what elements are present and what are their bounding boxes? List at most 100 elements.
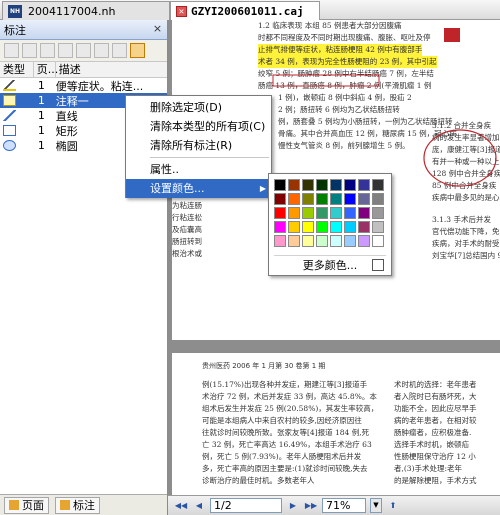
delete-icon[interactable] [76, 43, 91, 58]
lock-icon[interactable] [4, 43, 19, 58]
doc-line: 慢性支气管炎 8 例，前列腺增生 5 例。 [278, 141, 410, 150]
rectangle-annotation[interactable] [272, 74, 382, 88]
color-swatch[interactable] [302, 193, 314, 205]
color-swatch[interactable] [330, 207, 342, 219]
menu-separator [150, 157, 269, 158]
page-icon [9, 500, 19, 510]
color-swatch[interactable] [302, 179, 314, 191]
color-swatch[interactable] [372, 193, 384, 205]
color-swatch[interactable] [330, 235, 342, 247]
doc-line: 刘宝华[7]总结国内 9 [432, 251, 500, 260]
color-swatch[interactable] [372, 207, 384, 219]
menu-clear-all[interactable]: 清除所有标注(R) [126, 136, 271, 155]
annotation-row[interactable]: 1 便等症状。粘连... [0, 78, 167, 93]
doc-line: 功能不全，因此应尽早手 [394, 404, 477, 413]
doc-line: 性肠梗阻保守治疗 12 小 [394, 452, 476, 461]
chevron-down-icon[interactable]: ▼ [370, 498, 382, 513]
color-swatch[interactable] [358, 235, 370, 247]
ellipse-annotation[interactable] [422, 128, 500, 192]
doc-line: 1.2 临床表现 本组 85 例患者大部分因腹痛 [258, 21, 402, 30]
tab-label: GZYI200601011.caj [191, 4, 304, 18]
export-icon[interactable] [58, 43, 73, 58]
color-swatch[interactable] [302, 235, 314, 247]
color-swatch[interactable] [358, 193, 370, 205]
color-swatch[interactable] [372, 221, 384, 233]
color-swatch[interactable] [288, 221, 300, 233]
doc-line: 疾病，对手术的耐受 [432, 239, 500, 248]
color-swatch[interactable] [344, 235, 356, 247]
color-swatch[interactable] [316, 207, 328, 219]
color-swatch[interactable] [330, 221, 342, 233]
note-marker-icon[interactable] [444, 28, 460, 42]
color-swatch[interactable] [372, 235, 384, 247]
color-swatch[interactable] [316, 221, 328, 233]
column-page[interactable]: 页... [34, 62, 58, 77]
column-type[interactable]: 类型 [0, 62, 34, 77]
color-swatch[interactable] [288, 207, 300, 219]
color-icon[interactable] [94, 43, 109, 58]
color-swatch[interactable] [344, 221, 356, 233]
column-description[interactable]: 描述 [56, 62, 167, 77]
color-swatch[interactable] [316, 235, 328, 247]
properties-icon[interactable] [130, 43, 145, 58]
tab-2004117004[interactable]: NH 2004117004.nh [2, 1, 170, 20]
color-swatch[interactable] [344, 179, 356, 191]
zoom-icon[interactable]: ⬆ [386, 500, 400, 512]
color-swatch[interactable] [358, 207, 370, 219]
list-icon[interactable] [112, 43, 127, 58]
color-swatch[interactable] [358, 221, 370, 233]
menu-set-color[interactable]: 设置颜色... ▶ [126, 179, 271, 198]
tab-gzyi200601011[interactable]: ✕ GZYI200601011.caj [170, 1, 320, 20]
more-colors-item[interactable]: 更多颜色... [274, 255, 386, 272]
next-page-icon[interactable]: ▶ [286, 500, 300, 512]
line-icon [3, 110, 16, 121]
color-swatch[interactable] [274, 179, 286, 191]
color-swatch[interactable] [330, 179, 342, 191]
doc-line: 时都不同程度及不同时期出现腹痛、腹胀、呕吐及停 [258, 33, 431, 42]
doc-line: 者入院时已有肠坏死，大 [394, 392, 477, 401]
color-swatch[interactable] [358, 179, 370, 191]
color-swatch[interactable] [274, 207, 286, 219]
annotation-list-header: 类型 页... 描述 [0, 62, 167, 78]
document-tab-bar: NH 2004117004.nh ✕ GZYI200601011.caj [0, 0, 500, 20]
color-swatch[interactable] [274, 193, 286, 205]
color-swatch[interactable] [330, 193, 342, 205]
last-page-icon[interactable]: ▶▶ [304, 500, 318, 512]
panel-title: 标注 [4, 23, 26, 37]
menu-properties[interactable]: 属性.. [126, 160, 271, 179]
color-swatch[interactable] [372, 179, 384, 191]
tab-annotations[interactable]: 标注 [55, 496, 100, 514]
first-page-icon[interactable]: ◀◀ [174, 500, 188, 512]
menu-clear-type[interactable]: 清除本类型的所有项(C) [126, 117, 271, 136]
highlighter-icon [3, 80, 16, 91]
zoom-field[interactable]: 71% [322, 498, 366, 513]
doc-line: 3.1.3 手术后并发 [432, 215, 491, 224]
annotation-icon [60, 500, 70, 510]
color-swatch[interactable] [288, 235, 300, 247]
prev-page-icon[interactable]: ◀ [192, 500, 206, 512]
page-number-field[interactable]: 1/2 [210, 498, 282, 513]
color-swatch[interactable] [316, 193, 328, 205]
save-icon[interactable] [40, 43, 55, 58]
color-swatch[interactable] [316, 179, 328, 191]
tab-annotations-label: 标注 [73, 499, 95, 512]
color-swatch[interactable] [288, 193, 300, 205]
tab-pages[interactable]: 页面 [4, 496, 49, 514]
close-icon[interactable]: ✕ [176, 5, 187, 17]
panel-header: 标注 × [0, 20, 167, 40]
color-swatch[interactable] [302, 221, 314, 233]
color-swatch[interactable] [274, 221, 286, 233]
color-swatch[interactable] [344, 207, 356, 219]
color-swatch[interactable] [288, 179, 300, 191]
doc-line: 及疝囊高 [172, 225, 202, 234]
color-swatch[interactable] [344, 193, 356, 205]
open-folder-icon[interactable] [22, 43, 37, 58]
doc-line: 者,(3)手术处理:老年 [394, 464, 463, 473]
tab-label: 2004117004.nh [28, 4, 116, 18]
panel-close-icon[interactable]: × [152, 23, 163, 35]
menu-delete-selected[interactable]: 删除选定项(D) [126, 98, 271, 117]
doc-line: 1 例)，嵌顿疝 8 例中斜疝 4 例，股疝 2 [278, 93, 412, 102]
color-swatch[interactable] [274, 235, 286, 247]
color-swatch[interactable] [302, 207, 314, 219]
doc-line: 例，肠套叠 5 例均为小肠扭转，一例为乙状结肠扭转 [278, 117, 453, 126]
